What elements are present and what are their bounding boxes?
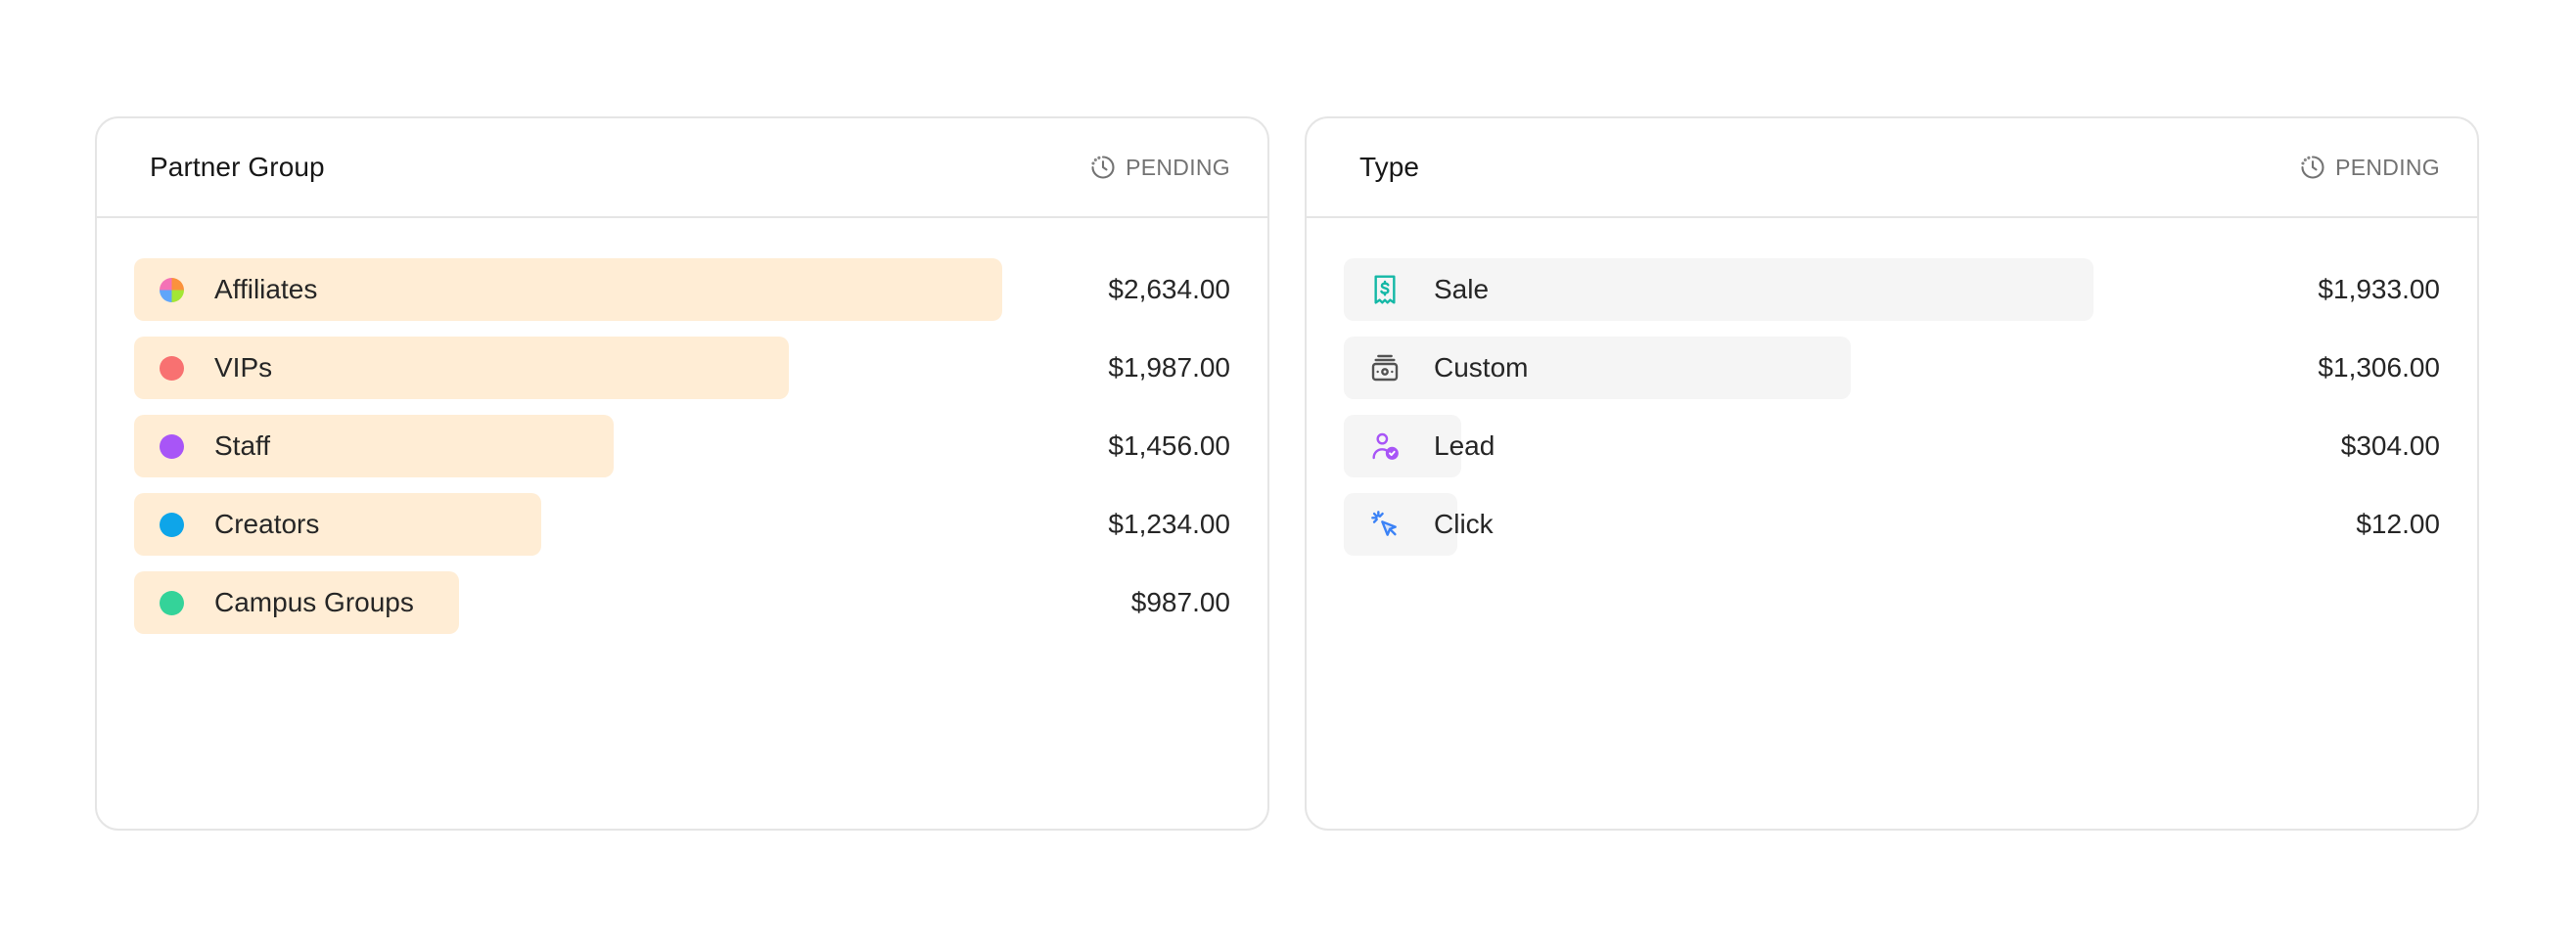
type-label: Click: [1434, 509, 1494, 539]
type-list: Sale $1,933.00 Custom $1,306.00 Lead $304.00 C…: [1344, 258, 2440, 571]
partner-group-row[interactable]: Creators $1,234.00: [134, 493, 1230, 556]
type-label: Custom: [1434, 352, 1529, 383]
type-label-group: Lead: [1344, 430, 1495, 462]
partner-group-title: Partner Group: [150, 152, 325, 182]
partner-group-label: Staff: [214, 430, 271, 461]
partner-group-header: Partner Group PENDING: [97, 118, 1267, 218]
partner-group-value: $1,456.00: [1108, 430, 1230, 461]
color-dot-icon: [160, 277, 184, 302]
partner-group-row[interactable]: VIPs $1,987.00: [134, 337, 1230, 399]
type-value: $1,933.00: [2318, 274, 2440, 304]
partner-group-row[interactable]: Staff $1,456.00: [134, 415, 1230, 477]
type-value: $12.00: [2356, 509, 2440, 539]
type-label-group: Sale: [1344, 274, 1489, 305]
color-dot-icon: [160, 355, 184, 381]
type-status: PENDING: [2299, 154, 2440, 181]
color-dot-icon: [160, 590, 184, 615]
partner-group-label-group: Affiliates: [134, 274, 317, 305]
partner-group-value: $2,634.00: [1108, 274, 1230, 304]
type-value: $1,306.00: [2318, 352, 2440, 383]
receipt-dollar-icon: [1369, 274, 1401, 305]
type-value: $304.00: [2340, 430, 2440, 461]
partner-group-label-group: Campus Groups: [134, 587, 414, 618]
partner-group-label: VIPs: [214, 352, 273, 383]
type-header: Type PENDING: [1307, 118, 2477, 218]
type-row[interactable]: Lead $304.00: [1344, 415, 2440, 477]
partner-group-row[interactable]: Campus Groups $987.00: [134, 571, 1230, 634]
type-row[interactable]: Custom $1,306.00: [1344, 337, 2440, 399]
type-status-text: PENDING: [2335, 154, 2440, 180]
color-dot-icon: [160, 433, 184, 459]
money-stack-icon: [1369, 352, 1401, 383]
type-label-group: Click: [1344, 509, 1494, 540]
color-dot-icon: [160, 512, 184, 537]
partner-group-value: $1,987.00: [1108, 352, 1230, 383]
type-card: Type PENDING Sale $1,933.00 Custom $1,306.0…: [1305, 116, 2479, 831]
type-label: Sale: [1434, 274, 1490, 304]
partner-group-value: $1,234.00: [1108, 509, 1230, 539]
partner-group-status: PENDING: [1089, 154, 1230, 181]
cursor-click-icon: [1369, 509, 1401, 540]
partner-group-status-text: PENDING: [1126, 154, 1230, 180]
user-check-icon: [1369, 430, 1401, 462]
partner-group-label: Creators: [214, 509, 320, 539]
type-row[interactable]: Sale $1,933.00: [1344, 258, 2440, 321]
type-label: Lead: [1434, 430, 1495, 461]
type-row[interactable]: Click $12.00: [1344, 493, 2440, 556]
partner-group-row[interactable]: Affiliates $2,634.00: [134, 258, 1230, 321]
type-label-group: Custom: [1344, 352, 1528, 383]
pending-clock-icon: [1089, 154, 1117, 181]
pending-clock-icon: [2299, 154, 2326, 181]
type-title: Type: [1359, 152, 1420, 182]
partner-group-value: $987.00: [1130, 587, 1230, 617]
partner-group-label: Campus Groups: [214, 587, 414, 617]
partner-group-label: Affiliates: [214, 274, 318, 304]
partner-group-card: Partner Group PENDING Affiliates $2,634.0…: [95, 116, 1269, 831]
partner-group-label-group: Creators: [134, 509, 319, 540]
partner-group-list: Affiliates $2,634.00 VIPs $1,987.00 Staff $1,…: [134, 258, 1230, 650]
partner-group-label-group: Staff: [134, 430, 270, 462]
partner-group-label-group: VIPs: [134, 352, 272, 383]
